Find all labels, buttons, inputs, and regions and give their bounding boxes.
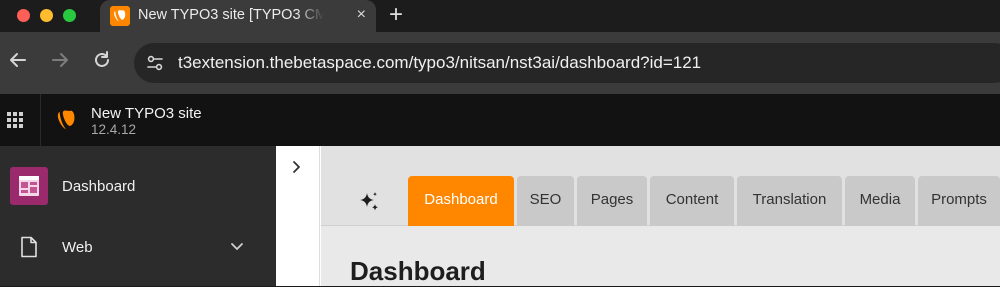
- window-zoom-button[interactable]: [63, 9, 76, 22]
- sidebar-item-dashboard[interactable]: Dashboard: [0, 156, 276, 216]
- forward-icon[interactable]: [49, 49, 71, 71]
- tab-prompts[interactable]: Prompts: [918, 176, 1000, 226]
- tab-dashboard[interactable]: Dashboard: [408, 176, 514, 226]
- typo3-version: 12.4.12: [91, 122, 137, 137]
- address-bar[interactable]: t3extension.thebetaspace.com/typo3/nitsa…: [134, 43, 1000, 83]
- sidebar-item-label: Web: [62, 239, 93, 256]
- browser-tab-title: New TYPO3 site [TYPO3 CMS]: [138, 7, 324, 23]
- content-area: Dashboard SEO Pages Content Translation …: [276, 146, 1000, 286]
- window-close-button[interactable]: [17, 9, 30, 22]
- browser-tab-strip: New TYPO3 site [TYPO3 CMS] × +: [0, 0, 1000, 32]
- new-tab-button[interactable]: +: [389, 1, 403, 29]
- reload-icon[interactable]: [91, 49, 113, 71]
- typo3-favicon-icon: [110, 6, 130, 26]
- topbar-divider: [40, 94, 41, 146]
- sidebar-item-label: Dashboard: [62, 178, 136, 195]
- window-minimize-button[interactable]: [40, 9, 53, 22]
- tab-close-icon[interactable]: ×: [357, 6, 366, 24]
- nst3ai-module: Dashboard SEO Pages Content Translation …: [321, 146, 1000, 286]
- page-title: Dashboard: [350, 256, 486, 286]
- url-text[interactable]: t3extension.thebetaspace.com/typo3/nitsa…: [178, 53, 701, 73]
- sidebar-item-web[interactable]: Web: [0, 219, 276, 279]
- navigation-collapse-bar[interactable]: [276, 146, 320, 286]
- dashboard-module-icon: [10, 167, 48, 205]
- tab-pages[interactable]: Pages: [577, 176, 647, 226]
- browser-toolbar: t3extension.thebetaspace.com/typo3/nitsa…: [0, 32, 1000, 94]
- back-icon[interactable]: [7, 49, 29, 71]
- page-icon: [21, 236, 37, 258]
- site-name[interactable]: New TYPO3 site: [91, 105, 202, 122]
- chevron-right-icon[interactable]: [292, 160, 302, 174]
- tab-seo[interactable]: SEO: [517, 176, 574, 226]
- typo3-topbar: New TYPO3 site 12.4.12: [0, 94, 1000, 146]
- typo3-logo-icon[interactable]: [51, 107, 79, 135]
- tune-icon[interactable]: [145, 53, 165, 73]
- ai-sparkle-icon: [360, 192, 378, 211]
- tab-media[interactable]: Media: [845, 176, 915, 226]
- module-menu-toggle-icon[interactable]: [7, 112, 23, 128]
- tab-content[interactable]: Content: [650, 176, 734, 226]
- tab-translation[interactable]: Translation: [737, 176, 842, 226]
- module-menu: Dashboard Web: [0, 146, 276, 286]
- browser-tab[interactable]: New TYPO3 site [TYPO3 CMS] ×: [100, 0, 376, 32]
- module-tab-bar: Dashboard SEO Pages Content Translation …: [321, 146, 1000, 226]
- chevron-down-icon[interactable]: [230, 242, 244, 252]
